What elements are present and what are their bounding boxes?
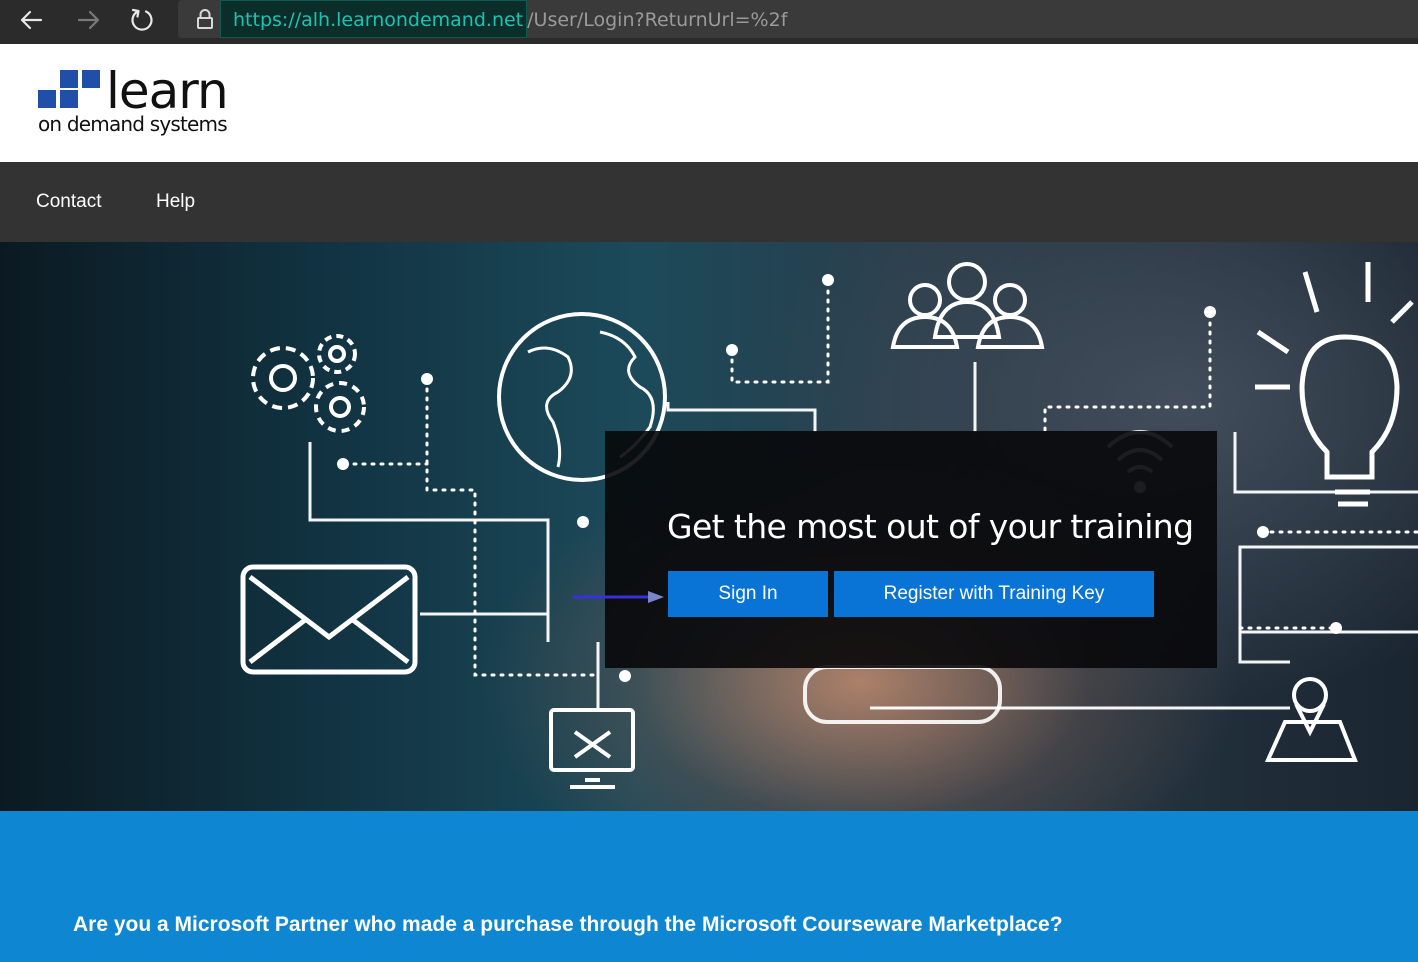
annotation-arrow-icon — [572, 591, 664, 603]
address-text[interactable]: https://alh.learnondemand.net/User/Login… — [220, 0, 787, 40]
sign-in-button[interactable]: Sign In — [668, 571, 828, 617]
main-nav: Contact Help — [0, 162, 1418, 242]
logo-subtitle: on demand systems — [38, 112, 228, 136]
refresh-button[interactable] — [124, 4, 160, 36]
refresh-icon — [131, 8, 153, 31]
learn-on-demand-logo[interactable]: learn on demand systems — [38, 62, 238, 140]
hero-banner: Get the most out of your training Sign I… — [0, 242, 1418, 811]
logo-squares-icon — [38, 70, 100, 108]
cta-panel: Get the most out of your training Sign I… — [605, 431, 1217, 668]
site-header: learn on demand systems — [0, 44, 1418, 162]
cta-title: Get the most out of your training — [667, 507, 1194, 546]
partner-question: Are you a Microsoft Partner who made a p… — [73, 913, 1063, 936]
back-button[interactable] — [14, 4, 50, 36]
register-training-key-button[interactable]: Register with Training Key — [834, 571, 1154, 617]
url-host: https://alh.learnondemand.net — [220, 0, 528, 38]
back-arrow-icon — [20, 10, 43, 30]
forward-arrow-icon — [77, 10, 100, 30]
lock-icon — [197, 9, 213, 29]
forward-button[interactable] — [70, 4, 106, 36]
url-path: /User/Login?ReturnUrl=%2f — [527, 9, 788, 31]
nav-help-link[interactable]: Help — [156, 162, 195, 242]
browser-toolbar: https://alh.learnondemand.net/User/Login… — [0, 0, 1418, 45]
nav-contact-link[interactable]: Contact — [36, 162, 101, 242]
partner-section: Are you a Microsoft Partner who made a p… — [0, 811, 1418, 962]
